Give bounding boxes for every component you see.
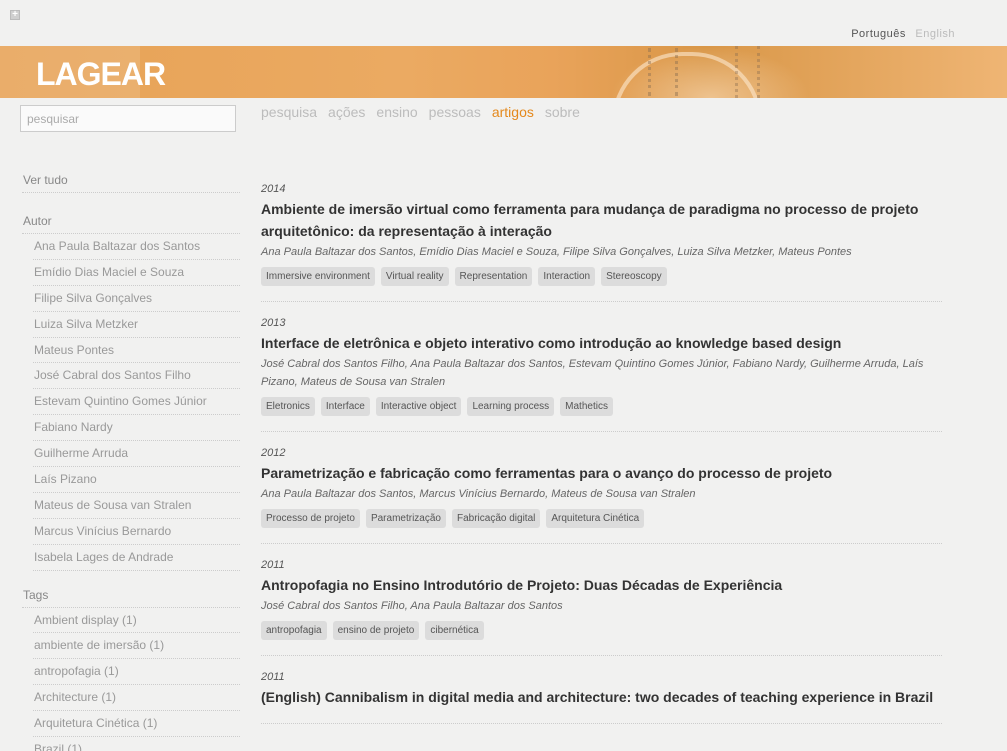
article-title-link[interactable]: Antropofagia no Ensino Introdutório de P… bbox=[261, 574, 942, 596]
article-year: 2011 bbox=[261, 671, 285, 683]
article-title-link[interactable]: Ambiente de imersão virtual como ferrame… bbox=[261, 198, 942, 242]
article-tags: Immersive environment Virtual reality Repr… bbox=[261, 267, 942, 286]
tag-badge[interactable]: Fabricação digital bbox=[451, 509, 541, 528]
tag-filter-item[interactable]: Architecture (1) bbox=[33, 685, 240, 712]
tag-filter-item[interactable]: Ambient display (1) bbox=[33, 608, 240, 634]
tag-badge[interactable]: Stereoscopy bbox=[601, 267, 667, 286]
tag-badge[interactable]: ensino de projeto bbox=[332, 621, 420, 640]
author-filter-item[interactable]: Marcus Vinícius Bernardo bbox=[33, 519, 240, 545]
tag-filter: Tags Ambient display (1) ambiente de imer… bbox=[22, 585, 240, 751]
language-switcher: Português English bbox=[845, 28, 955, 40]
tag-filter-item[interactable]: Arquitetura Cinética (1) bbox=[33, 711, 240, 738]
banner-photo-highlight bbox=[610, 46, 810, 98]
tag-badge[interactable]: Interface bbox=[320, 397, 370, 416]
article-item: 2013 Interface de eletrônica e objeto int… bbox=[261, 317, 942, 432]
tag-badge[interactable]: Representation bbox=[454, 267, 533, 286]
author-list: Ana Paula Baltazar dos Santos Emídio Dias… bbox=[33, 234, 240, 571]
article-tags: Processo de projeto Parametrização Fabrica… bbox=[261, 509, 942, 528]
main-nav: pesquisa ações ensino pessoas artigos sobre bbox=[261, 104, 591, 120]
article-item: 2014 Ambiente de imersão virtual como fer… bbox=[261, 183, 942, 302]
search-input[interactable] bbox=[20, 105, 236, 132]
article-item: 2011 Antropofagia no Ensino Introdutório … bbox=[261, 559, 942, 656]
author-filter-item[interactable]: Isabela Lages de Andrade bbox=[33, 545, 240, 571]
tag-badge[interactable]: Virtual reality bbox=[380, 267, 449, 286]
tag-filter-item[interactable]: Brazil (1) bbox=[33, 737, 240, 751]
author-filter-item[interactable]: Fabiano Nardy bbox=[33, 415, 240, 442]
tag-badge[interactable]: Learning process bbox=[467, 397, 555, 416]
tag-badge[interactable]: antropofagia bbox=[261, 621, 327, 640]
article-tags: antropofagia ensino de projeto cibernética bbox=[261, 621, 942, 640]
article-authors: José Cabral dos Santos Filho, Ana Paula … bbox=[261, 358, 924, 388]
tag-badge[interactable]: Processo de projeto bbox=[261, 509, 360, 528]
nav-item-pesquisa[interactable]: pesquisa bbox=[261, 104, 317, 120]
author-filter-item[interactable]: Ana Paula Baltazar dos Santos bbox=[33, 234, 240, 260]
language-portuguese[interactable]: Português bbox=[851, 28, 906, 40]
author-filter-item[interactable]: Laís Pizano bbox=[33, 467, 240, 493]
article-year: 2012 bbox=[261, 447, 286, 459]
article-year: 2013 bbox=[261, 317, 286, 329]
author-filter-item[interactable]: Mateus Pontes bbox=[33, 338, 240, 364]
article-year: 2014 bbox=[261, 183, 286, 195]
article-year: 2011 bbox=[261, 559, 285, 571]
article-tags: Eletronics Interface Interactive object Lea… bbox=[261, 397, 942, 416]
banner-photo-chain bbox=[735, 46, 760, 98]
nav-item-pessoas[interactable]: pessoas bbox=[429, 104, 481, 120]
sidebar: Ver tudo Autor Ana Paula Baltazar dos Sa… bbox=[22, 170, 240, 751]
article-authors: José Cabral dos Santos Filho, Ana Paula … bbox=[261, 600, 563, 612]
nav-item-sobre[interactable]: sobre bbox=[545, 104, 580, 120]
author-filter: Autor Ana Paula Baltazar dos Santos Emídi… bbox=[22, 211, 240, 571]
tag-badge[interactable]: Immersive environment bbox=[261, 267, 375, 286]
site-logo[interactable]: LAGEAR bbox=[36, 56, 166, 93]
tags-heading: Tags bbox=[22, 585, 240, 608]
author-filter-item[interactable]: Filipe Silva Gonçalves bbox=[33, 286, 240, 312]
nav-item-artigos[interactable]: artigos bbox=[492, 104, 534, 120]
article-title-link[interactable]: Interface de eletrônica e objeto interat… bbox=[261, 332, 942, 354]
author-filter-item[interactable]: Luiza Silva Metzker bbox=[33, 312, 240, 338]
author-filter-item[interactable]: José Cabral dos Santos Filho bbox=[33, 363, 240, 390]
banner-photo-chain bbox=[648, 48, 678, 96]
sidebar-view-all[interactable]: Ver tudo bbox=[22, 170, 240, 193]
expand-toggle-icon[interactable]: + bbox=[10, 10, 20, 20]
tag-badge[interactable]: Parametrização bbox=[365, 509, 446, 528]
article-title-link[interactable]: Parametrização e fabricação como ferrame… bbox=[261, 462, 942, 484]
tag-badge[interactable]: Interaction bbox=[538, 267, 596, 286]
author-filter-item[interactable]: Guilherme Arruda bbox=[33, 441, 240, 468]
article-title-link[interactable]: (English) Cannibalism in digital media a… bbox=[261, 686, 942, 708]
nav-item-ensino[interactable]: ensino bbox=[376, 104, 417, 120]
nav-item-acoes[interactable]: ações bbox=[328, 104, 365, 120]
author-filter-item[interactable]: Emídio Dias Maciel e Souza bbox=[33, 260, 240, 286]
article-item: 2011 (English) Cannibalism in digital med… bbox=[261, 671, 942, 724]
article-authors: Ana Paula Baltazar dos Santos, Emídio Di… bbox=[261, 246, 852, 258]
tag-badge[interactable]: cibernética bbox=[425, 621, 484, 640]
tag-filter-item[interactable]: ambiente de imersão (1) bbox=[33, 633, 240, 660]
header-banner: LAGEAR bbox=[0, 46, 1007, 98]
article-item: 2012 Parametrização e fabricação como fer… bbox=[261, 447, 942, 544]
tag-list: Ambient display (1) ambiente de imersão (… bbox=[33, 608, 240, 751]
article-authors: Ana Paula Baltazar dos Santos, Marcus Vi… bbox=[261, 488, 696, 500]
tag-badge[interactable]: Interactive object bbox=[375, 397, 462, 416]
author-filter-item[interactable]: Mateus de Sousa van Stralen bbox=[33, 493, 240, 519]
author-heading: Autor bbox=[22, 211, 240, 234]
tag-badge[interactable]: Mathetics bbox=[560, 397, 613, 416]
author-filter-item[interactable]: Estevam Quintino Gomes Júnior bbox=[33, 389, 240, 416]
language-english[interactable]: English bbox=[915, 28, 955, 40]
tag-filter-item[interactable]: antropofagia (1) bbox=[33, 659, 240, 686]
tag-badge[interactable]: Eletronics bbox=[261, 397, 315, 416]
article-list: 2014 Ambiente de imersão virtual como fer… bbox=[261, 183, 942, 739]
tag-badge[interactable]: Arquitetura Cinética bbox=[546, 509, 645, 528]
